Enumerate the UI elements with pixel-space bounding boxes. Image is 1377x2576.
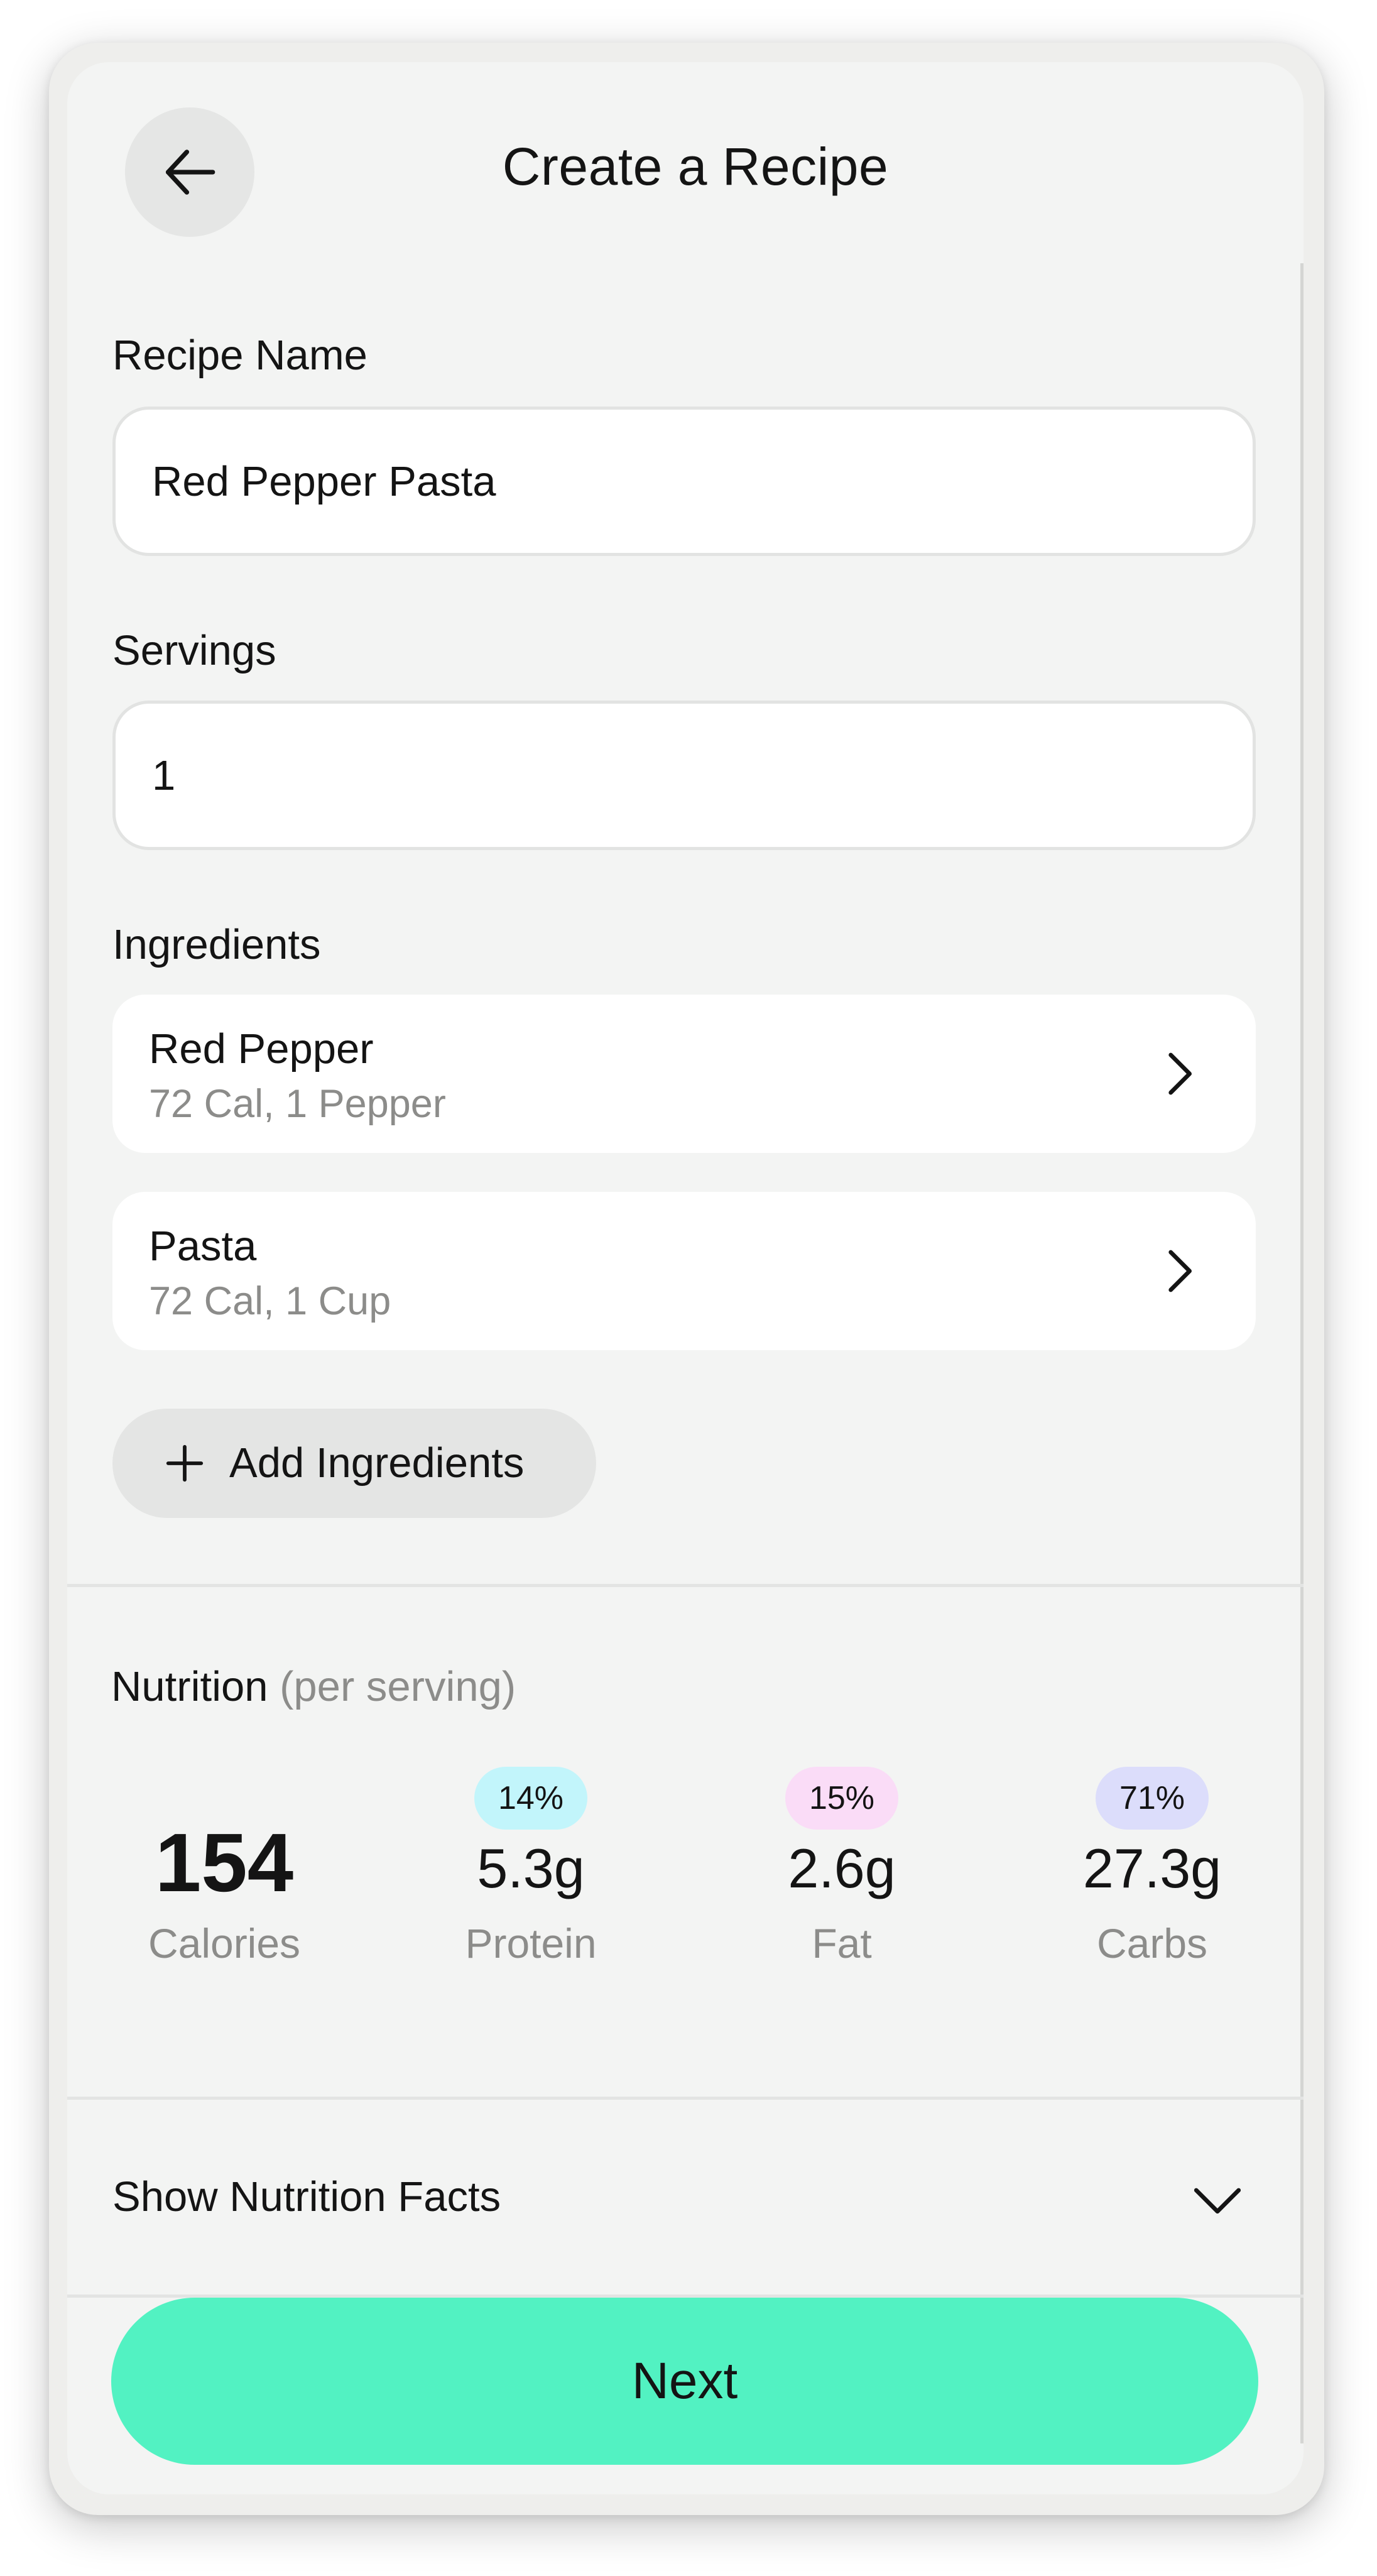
protein-label: Protein — [465, 1920, 597, 1967]
ingredient-item-pasta[interactable]: Pasta 72 Cal, 1 Cup — [112, 1192, 1256, 1350]
add-ingredients-label: Add Ingredients — [229, 1439, 525, 1487]
calories-value: 154 — [155, 1816, 294, 1909]
protein-percent-badge: 14% — [474, 1767, 587, 1830]
chevron-down-icon — [1194, 2188, 1241, 2214]
carbs-label: Carbs — [1096, 1920, 1208, 1967]
calories-label: Calories — [148, 1920, 301, 1967]
add-ingredients-button[interactable]: Add Ingredients — [112, 1409, 596, 1518]
ingredients-label: Ingredients — [112, 921, 321, 968]
fat-label: Fat — [812, 1920, 872, 1967]
section-divider — [67, 1584, 1304, 1587]
nutrition-heading: Nutrition (per serving) — [111, 1662, 516, 1711]
carbs-value: 27.3g — [1082, 1837, 1222, 1899]
ingredient-item-red-pepper[interactable]: Red Pepper 72 Cal, 1 Pepper — [112, 995, 1256, 1153]
ingredient-name: Pasta — [149, 1223, 257, 1270]
ingredient-detail: 72 Cal, 1 Pepper — [149, 1082, 446, 1126]
page-title: Create a Recipe — [502, 137, 889, 196]
protein-value: 5.3g — [477, 1837, 585, 1899]
plus-icon — [166, 1444, 204, 1482]
servings-input[interactable] — [112, 701, 1256, 850]
carbs-percent-badge: 71% — [1096, 1767, 1209, 1830]
servings-label: Servings — [112, 627, 276, 674]
next-button[interactable]: Next — [111, 2298, 1258, 2465]
show-nutrition-facts-toggle[interactable]: Show Nutrition Facts — [67, 2100, 1304, 2296]
recipe-name-input[interactable] — [112, 407, 1256, 556]
fat-value: 2.6g — [788, 1837, 896, 1899]
chevron-right-icon — [1168, 1250, 1192, 1292]
ingredient-detail: 72 Cal, 1 Cup — [149, 1279, 391, 1323]
fat-percent-badge: 15% — [785, 1767, 898, 1830]
nutrition-subtitle: (per serving) — [280, 1663, 516, 1710]
ingredient-name: Red Pepper — [149, 1025, 374, 1072]
show-nutrition-facts-label: Show Nutrition Facts — [112, 2173, 501, 2220]
app-screen: Create a Recipe Recipe Name Servings Ing… — [67, 62, 1304, 2494]
chevron-right-icon — [1168, 1052, 1192, 1095]
nutrition-title: Nutrition — [111, 1663, 268, 1710]
recipe-name-label: Recipe Name — [112, 332, 367, 379]
